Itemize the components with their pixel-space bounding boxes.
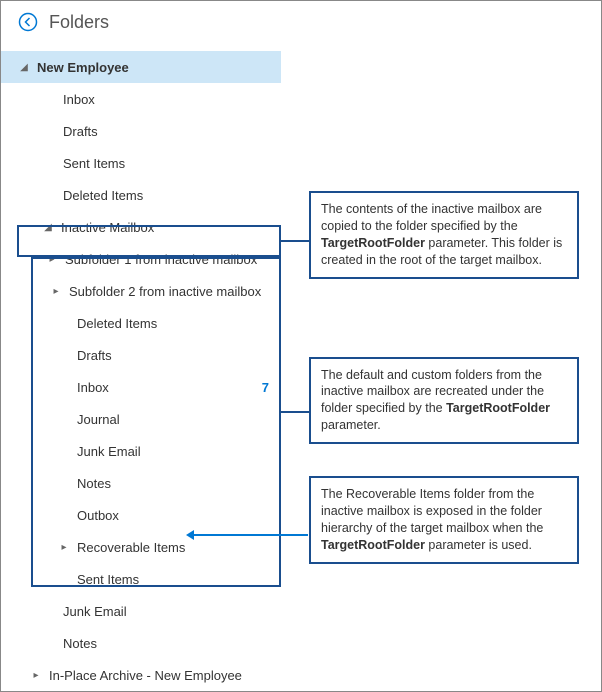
back-icon[interactable] (17, 11, 39, 33)
header: Folders (1, 1, 601, 43)
callout-box: The contents of the inactive mailbox are… (309, 191, 579, 279)
caret-right-icon: ▸ (45, 254, 59, 265)
tree-item[interactable]: Outbox (1, 499, 281, 531)
tree-inactive-mailbox[interactable]: ◢ Inactive Mailbox (1, 211, 281, 243)
tree-item[interactable]: Journal (1, 403, 281, 435)
root-label: New Employee (31, 60, 129, 75)
tree-item[interactable]: Deleted Items (1, 179, 281, 211)
callout-box: The default and custom folders from the … (309, 357, 579, 445)
tree-item[interactable]: Sent Items (1, 147, 281, 179)
tree-item[interactable]: Drafts (1, 339, 281, 371)
tree-subfolder[interactable]: ▸ Subfolder 1 from inactive mailbox (1, 243, 281, 275)
caret-down-icon: ◢ (41, 222, 55, 233)
folder-tree: ◢ New Employee Inbox Drafts Sent Items D… (1, 43, 281, 691)
caret-right-icon: ▸ (49, 286, 63, 297)
tree-subfolder[interactable]: ▸ Subfolder 2 from inactive mailbox (1, 275, 281, 307)
tree-item[interactable]: Sent Items (1, 563, 281, 595)
tree-item[interactable]: Junk Email (1, 595, 281, 627)
tree-item[interactable]: Junk Email (1, 435, 281, 467)
callouts: The contents of the inactive mailbox are… (309, 191, 579, 596)
connector-line (281, 411, 309, 413)
tree-item-inbox[interactable]: Inbox 7 (1, 371, 281, 403)
callout-box: The Recoverable Items folder from the in… (309, 476, 579, 564)
arrow-recoverable (192, 534, 308, 536)
caret-down-icon: ◢ (17, 62, 31, 73)
tree-item[interactable]: Inbox (1, 83, 281, 115)
tree-item[interactable]: Notes (1, 467, 281, 499)
connector-line (281, 240, 309, 242)
tree-root[interactable]: ◢ New Employee (1, 51, 281, 83)
tree-item[interactable]: Notes (1, 627, 281, 659)
unread-count: 7 (262, 380, 269, 395)
caret-right-icon: ▸ (57, 542, 71, 553)
tree-archive[interactable]: ▸ In-Place Archive - New Employee (1, 659, 281, 691)
tree-item[interactable]: Drafts (1, 115, 281, 147)
tree-item[interactable]: Deleted Items (1, 307, 281, 339)
page-title: Folders (49, 12, 109, 33)
caret-right-icon: ▸ (29, 670, 43, 681)
